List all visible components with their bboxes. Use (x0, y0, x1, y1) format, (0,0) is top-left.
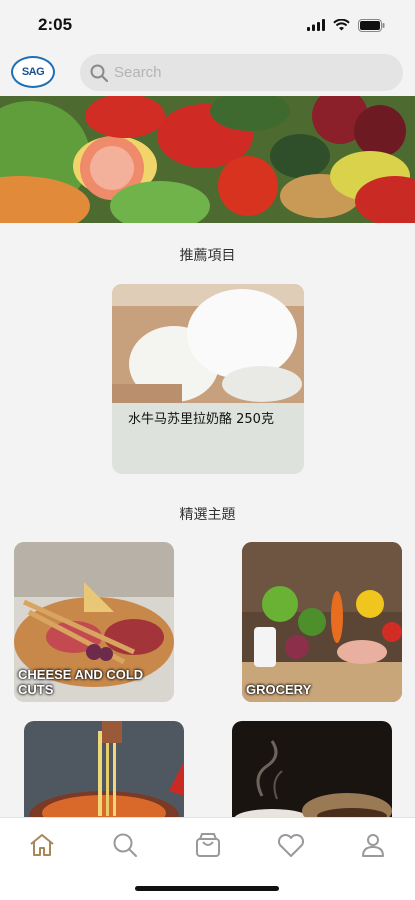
recommended-title: 推薦項目 (179, 248, 236, 264)
tab-home[interactable] (27, 830, 57, 860)
theme-card-cheese-cold-cuts[interactable]: CHEESE AND COLD CUTS (14, 542, 174, 702)
grocery-image (242, 542, 402, 702)
theme-label: GROCERY (246, 682, 312, 697)
featured-product-name: 水牛马苏里拉奶酪 250克 (128, 412, 274, 427)
cart-icon (196, 833, 220, 857)
app-logo[interactable]: SAG (11, 56, 55, 88)
theme-card-pasta[interactable] (24, 721, 184, 821)
wifi-icon (333, 19, 350, 31)
home-indicator (135, 886, 279, 891)
theme-label: CHEESE AND COLD CUTS (18, 667, 144, 697)
status-time: 2:05 (38, 15, 73, 34)
home-icon (30, 834, 54, 856)
status-icons (307, 18, 385, 32)
tab-profile[interactable] (358, 830, 388, 860)
coffee-image (232, 721, 392, 821)
pasta-image (24, 721, 184, 821)
search-input[interactable] (114, 64, 374, 81)
vegetables-banner-image (0, 96, 415, 223)
search-icon (113, 833, 137, 857)
heart-icon (277, 833, 305, 857)
theme-card-grocery[interactable]: GROCERY (242, 542, 402, 702)
themes-title: 精選主題 (179, 507, 236, 523)
tab-favorites[interactable] (276, 830, 306, 860)
header: SAG (0, 50, 415, 96)
theme-card-coffee[interactable] (232, 721, 392, 821)
mozzarella-image (112, 284, 304, 403)
tab-cart[interactable] (193, 830, 223, 860)
status-bar: 2:05 (0, 0, 415, 50)
promo-banner[interactable] (0, 96, 415, 223)
tab-search[interactable] (110, 830, 140, 860)
battery-icon (358, 18, 385, 32)
featured-product-card[interactable]: 水牛马苏里拉奶酪 250克 (112, 284, 304, 474)
logo-text: SAG (21, 66, 45, 78)
search-bar[interactable] (80, 54, 403, 91)
signal-icon (307, 19, 325, 31)
search-icon (90, 64, 108, 82)
profile-icon (362, 834, 384, 857)
